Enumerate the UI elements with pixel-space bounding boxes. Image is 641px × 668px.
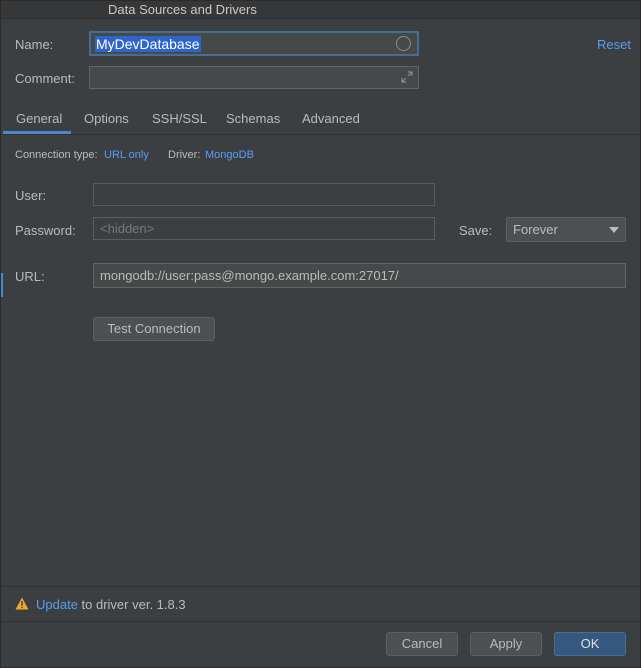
save-select-value: Forever: [513, 222, 558, 237]
driver-link[interactable]: MongoDB: [205, 149, 254, 161]
comment-label: Comment:: [15, 71, 75, 86]
warning-icon: [15, 597, 29, 610]
password-label: Password:: [15, 223, 76, 238]
tab-schemas[interactable]: Schemas: [226, 111, 280, 126]
tab-ssh-ssl[interactable]: SSH/SSL: [152, 111, 207, 126]
driver-label: Driver:: [168, 149, 201, 161]
reset-link[interactable]: Reset: [597, 37, 631, 52]
url-input-value: mongodb://user:pass@mongo.example.com:27…: [100, 268, 399, 283]
driver-update-message: Update to driver ver. 1.8.3: [36, 597, 186, 612]
name-input[interactable]: MyDevDatabase: [89, 31, 419, 56]
tab-general[interactable]: General: [16, 111, 62, 126]
footer-divider: [1, 586, 640, 587]
save-select[interactable]: Forever: [506, 217, 626, 242]
password-input[interactable]: <hidden>: [93, 217, 435, 240]
user-label: User:: [15, 188, 47, 203]
update-driver-link[interactable]: Update: [36, 597, 78, 612]
test-connection-button[interactable]: Test Connection: [93, 317, 215, 341]
name-input-value: MyDevDatabase: [95, 36, 201, 52]
url-row-marker: [1, 273, 3, 297]
user-input[interactable]: [93, 183, 435, 206]
password-placeholder: <hidden>: [100, 221, 155, 236]
update-driver-text: to driver ver. 1.8.3: [77, 597, 186, 612]
connection-type-label: Connection type:: [15, 149, 98, 161]
apply-button[interactable]: Apply: [470, 632, 542, 656]
window-title: Data Sources and Drivers: [108, 2, 257, 17]
tab-bar: General Options SSH/SSL Schemas Advanced: [1, 105, 640, 135]
url-label: URL:: [15, 269, 45, 284]
tab-advanced[interactable]: Advanced: [302, 111, 360, 126]
comment-input[interactable]: [89, 66, 419, 89]
cancel-button[interactable]: Cancel: [386, 632, 458, 656]
title-bar[interactable]: Data Sources and Drivers: [1, 1, 640, 19]
expand-icon[interactable]: [401, 71, 413, 83]
dialog-footer: [1, 621, 640, 668]
dialog-window: Data Sources and Drivers Name: MyDevData…: [0, 0, 641, 668]
url-input[interactable]: mongodb://user:pass@mongo.example.com:27…: [93, 263, 626, 288]
tab-options[interactable]: Options: [84, 111, 129, 126]
name-label: Name:: [15, 37, 54, 52]
chevron-down-icon: [609, 227, 619, 233]
color-circle-icon[interactable]: [396, 36, 411, 51]
save-label: Save:: [459, 223, 493, 238]
active-tab-indicator: [3, 131, 71, 134]
connection-type-link[interactable]: URL only: [104, 149, 149, 161]
ok-button[interactable]: OK: [554, 632, 626, 656]
